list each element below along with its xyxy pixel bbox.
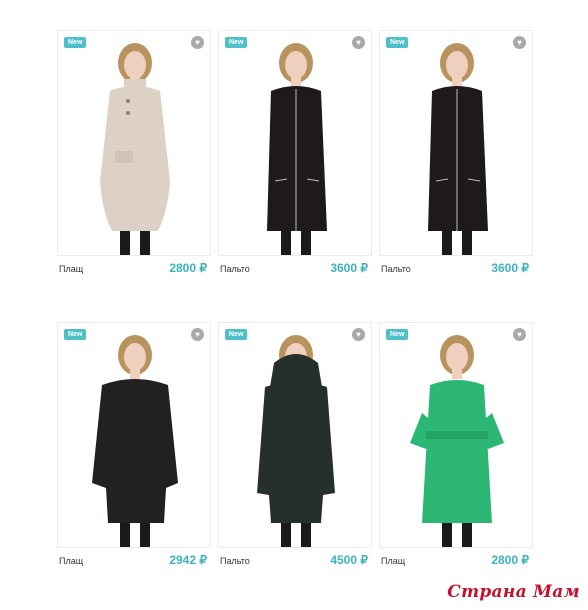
new-badge: New <box>386 37 409 48</box>
new-badge: New <box>386 329 409 340</box>
product-price: 2800 ₽ <box>169 261 207 275</box>
product-name[interactable]: Плащ <box>381 556 405 566</box>
heart-icon[interactable]: ♥ <box>513 36 526 49</box>
new-badge: New <box>64 329 87 340</box>
new-badge: New <box>225 37 248 48</box>
product-image[interactable]: New ♥ <box>57 322 211 548</box>
product-card[interactable]: New ♥ Плащ 2942 ₽ <box>57 322 211 598</box>
product-image[interactable]: New ♥ <box>379 322 533 548</box>
heart-icon[interactable]: ♥ <box>191 36 204 49</box>
product-card[interactable]: New ♥ Пальто 3600 ₽ <box>379 30 533 306</box>
new-badge: New <box>64 37 87 48</box>
product-card[interactable]: New ♥ Пальто 3600 ₽ <box>218 30 372 306</box>
product-name[interactable]: Пальто <box>220 556 250 566</box>
product-price: 2800 ₽ <box>491 553 529 567</box>
product-price: 3600 ₽ <box>330 261 368 275</box>
product-name[interactable]: Плащ <box>59 264 83 274</box>
heart-icon[interactable]: ♥ <box>352 328 365 341</box>
watermark-logo: Страна Мам <box>447 582 580 602</box>
product-price: 3600 ₽ <box>491 261 529 275</box>
product-price: 2942 ₽ <box>169 553 207 567</box>
product-card[interactable]: New ♥ Плащ 2800 ₽ <box>379 322 533 598</box>
product-image[interactable]: New ♥ <box>57 30 211 256</box>
heart-icon[interactable]: ♥ <box>352 36 365 49</box>
product-image[interactable]: New ♥ <box>218 30 372 256</box>
product-name[interactable]: Плащ <box>59 556 83 566</box>
product-name[interactable]: Пальто <box>220 264 250 274</box>
product-card[interactable]: New ♥ Плащ 2800 ₽ <box>57 30 211 306</box>
product-image[interactable]: New ♥ <box>218 322 372 548</box>
new-badge: New <box>225 329 248 340</box>
heart-icon[interactable]: ♥ <box>191 328 204 341</box>
product-price: 4500 ₽ <box>330 553 368 567</box>
product-image[interactable]: New ♥ <box>379 30 533 256</box>
product-card[interactable]: New ♥ Пальто 4500 ₽ <box>218 322 372 598</box>
product-name[interactable]: Пальто <box>381 264 411 274</box>
heart-icon[interactable]: ♥ <box>513 328 526 341</box>
